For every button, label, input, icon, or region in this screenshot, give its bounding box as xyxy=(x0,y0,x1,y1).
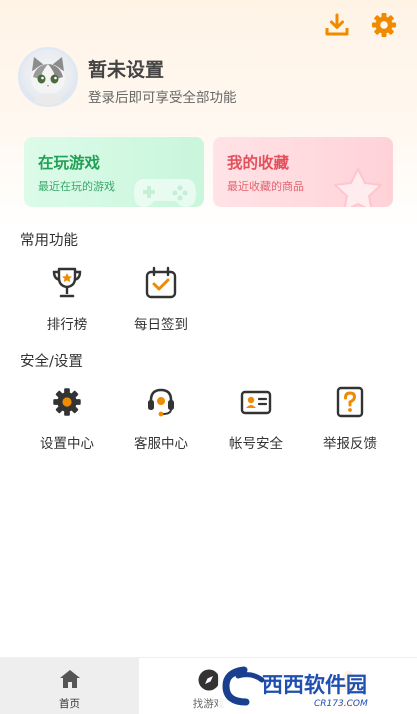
customer-service-button[interactable]: 客服中心 xyxy=(116,384,206,452)
headset-icon xyxy=(148,388,174,417)
gamepad-icon xyxy=(134,179,196,207)
home-icon xyxy=(59,670,80,688)
account-security-button[interactable]: 帐号安全 xyxy=(211,384,301,452)
common-functions-title: 常用功能 xyxy=(20,233,78,249)
id-card-icon xyxy=(240,390,272,415)
calendar-check-icon xyxy=(145,266,177,299)
watermark-text: 西西软件园 xyxy=(262,673,367,697)
tab-label: 首页 xyxy=(59,698,80,710)
card-subtitle: 最近收藏的商品 xyxy=(227,180,304,193)
ranking-label: 排行榜 xyxy=(46,317,88,333)
card-subtitle: 最近在玩的游戏 xyxy=(38,180,115,193)
daily-checkin-button[interactable]: 每日签到 xyxy=(116,265,206,333)
watermark-logo: 西西软件园 CR173.COM xyxy=(218,662,403,710)
star-icon xyxy=(334,168,382,207)
tab-home[interactable]: 首页 xyxy=(0,658,139,714)
card-title: 我的收藏 xyxy=(227,154,290,172)
trophy-icon xyxy=(52,267,82,298)
download-button[interactable] xyxy=(322,10,352,40)
daily-checkin-label: 每日签到 xyxy=(134,317,188,333)
favorites-card[interactable]: 我的收藏 最近收藏的商品 xyxy=(213,137,393,207)
compass-icon xyxy=(198,669,219,691)
watermark-url: CR173.COM xyxy=(314,699,368,709)
report-feedback-button[interactable]: 举报反馈 xyxy=(305,384,395,452)
download-icon xyxy=(325,13,349,36)
security-settings-title: 安全/设置 xyxy=(20,354,83,370)
customer-service-label: 客服中心 xyxy=(134,436,188,452)
report-feedback-label: 举报反馈 xyxy=(323,436,377,452)
playing-games-card[interactable]: 在玩游戏 最近在玩的游戏 xyxy=(24,137,204,207)
question-icon xyxy=(336,386,364,418)
gear-icon xyxy=(372,13,396,37)
profile-name[interactable]: 暂未设置 xyxy=(88,55,164,82)
cat-avatar-icon xyxy=(31,57,65,105)
avatar[interactable] xyxy=(18,47,78,107)
card-title: 在玩游戏 xyxy=(38,154,101,172)
account-security-label: 帐号安全 xyxy=(229,436,283,452)
gear-icon xyxy=(53,388,81,416)
settings-button[interactable] xyxy=(369,10,399,40)
login-hint[interactable]: 登录后即可享受全部功能 xyxy=(88,86,237,106)
settings-center-button[interactable]: 设置中心 xyxy=(22,384,112,452)
settings-center-label: 设置中心 xyxy=(40,436,94,452)
ranking-button[interactable]: 排行榜 xyxy=(22,265,112,333)
